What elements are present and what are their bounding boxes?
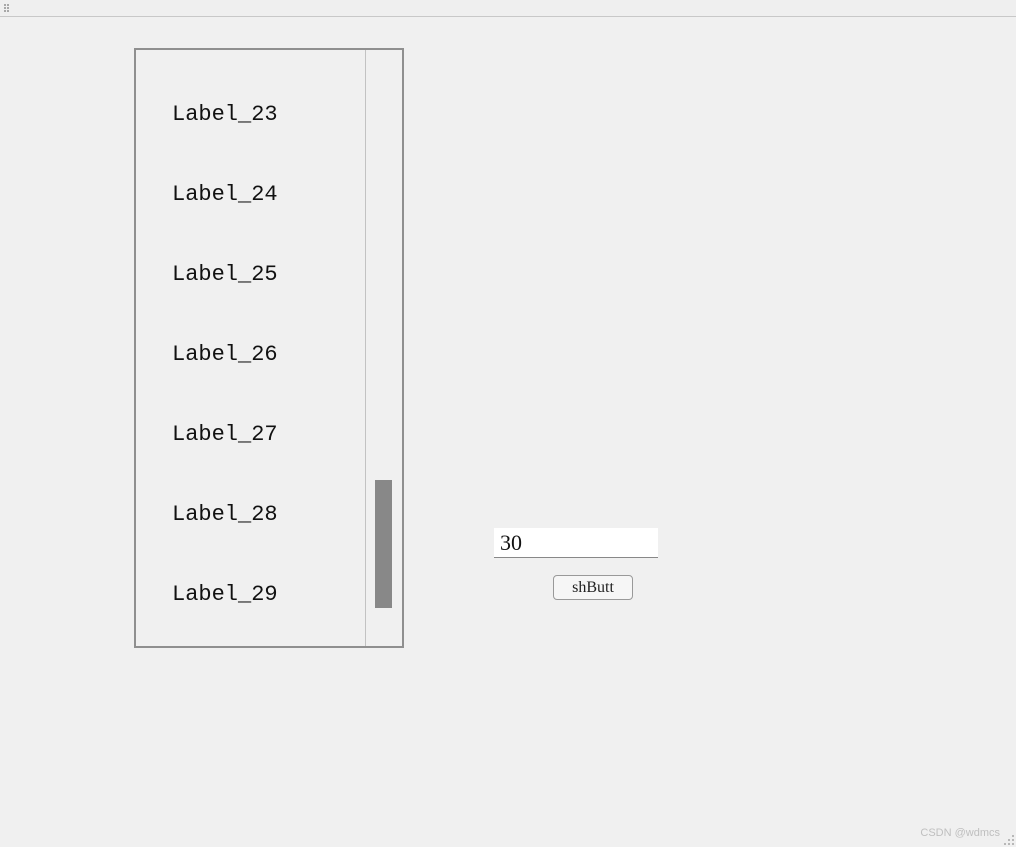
list-item: Label_24 — [136, 155, 365, 235]
scrollbar-thumb[interactable] — [375, 480, 392, 608]
list-item: Label_29 — [136, 555, 365, 635]
list-item: Label_28 — [136, 475, 365, 555]
count-input[interactable] — [494, 528, 658, 558]
resize-grip-icon[interactable] — [1002, 833, 1014, 845]
watermark-text: CSDN @wdmcs — [920, 827, 1000, 839]
list-item: Label_26 — [136, 315, 365, 395]
scroll-area: Label_22 Label_23 Label_24 Label_25 Labe… — [134, 48, 404, 648]
list-item: Label_22 — [136, 50, 365, 75]
list-item: Label_25 — [136, 235, 365, 315]
sh-button[interactable]: shButt — [553, 575, 633, 600]
toolbar-grip-icon — [4, 4, 10, 14]
vertical-scrollbar[interactable] — [365, 50, 402, 646]
list-item: Label_27 — [136, 395, 365, 475]
list-item: Label_23 — [136, 75, 365, 155]
window-toolbar — [0, 0, 1016, 17]
scroll-viewport[interactable]: Label_22 Label_23 Label_24 Label_25 Labe… — [136, 50, 365, 646]
